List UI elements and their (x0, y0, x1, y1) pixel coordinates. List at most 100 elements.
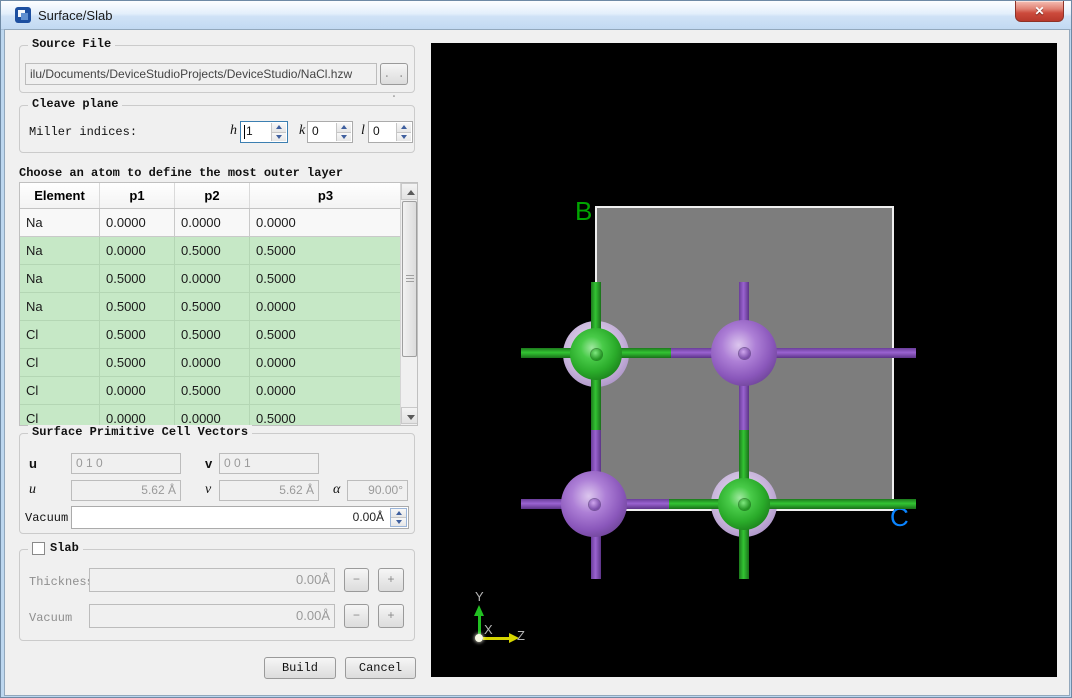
table-cell-p3[interactable]: 0.5000 (250, 265, 402, 293)
table-cell-p3[interactable]: 0.0000 (250, 209, 402, 237)
table-cell-p1[interactable]: 0.0000 (100, 237, 175, 265)
table-cell-element[interactable]: Na (20, 265, 100, 293)
spin-up-icon[interactable] (401, 125, 407, 129)
table-row[interactable]: Na0.50000.50000.0000 (20, 293, 417, 321)
table-scrollbar[interactable] (400, 183, 417, 425)
col-header-p2[interactable]: p2 (175, 183, 250, 208)
close-button[interactable]: ✕ (1015, 1, 1064, 22)
scroll-down-button[interactable] (401, 407, 418, 424)
thickness-minus-button[interactable]: − (344, 568, 369, 592)
table-cell-element[interactable]: Na (20, 209, 100, 237)
slab-group-title: Slab (28, 541, 83, 555)
atom-Cl[interactable] (570, 328, 622, 380)
table-row[interactable]: Na0.00000.00000.0000 (20, 209, 417, 237)
l-spinner[interactable]: 0 (368, 121, 413, 143)
table-row[interactable]: Na0.50000.00000.5000 (20, 265, 417, 293)
table-cell-p1[interactable]: 0.0000 (100, 377, 175, 405)
h-spin-buttons[interactable] (271, 123, 286, 141)
table-cell-p2[interactable]: 0.0000 (175, 349, 250, 377)
table-cell-p3[interactable]: 0.5000 (250, 405, 402, 426)
atom-Na[interactable] (711, 320, 777, 386)
table-row[interactable]: Na0.00000.50000.5000 (20, 237, 417, 265)
alpha-field: 90.00° (347, 480, 408, 501)
table-row[interactable]: Cl0.00000.00000.5000 (20, 405, 417, 426)
spin-down-icon[interactable] (396, 520, 402, 524)
vacuum-spin-buttons[interactable] (390, 508, 407, 527)
y-axis-label: Y (475, 589, 484, 604)
table-cell-p1[interactable]: 0.5000 (100, 265, 175, 293)
table-cell-p3[interactable]: 0.5000 (250, 237, 402, 265)
scroll-down-icon (407, 415, 415, 420)
table-cell-p2[interactable]: 0.0000 (175, 405, 250, 426)
slab-vacuum-plus-button[interactable]: + (378, 604, 404, 628)
z-axis-label: Z (517, 628, 525, 643)
table-cell-element[interactable]: Na (20, 293, 100, 321)
scroll-up-button[interactable] (401, 183, 418, 200)
table-row[interactable]: Cl0.50000.50000.5000 (20, 321, 417, 349)
col-header-p3[interactable]: p3 (250, 183, 402, 208)
table-cell-element[interactable]: Cl (20, 321, 100, 349)
spin-down-icon[interactable] (341, 135, 347, 139)
k-spin-buttons[interactable] (336, 123, 351, 141)
table-cell-element[interactable]: Cl (20, 349, 100, 377)
table-cell-p2[interactable]: 0.5000 (175, 321, 250, 349)
atom-Cl[interactable] (718, 478, 770, 530)
table-cell-element[interactable]: Na (20, 237, 100, 265)
build-button[interactable]: Build (264, 657, 336, 679)
dialog-title: Surface/Slab (38, 8, 112, 23)
table-cell-element[interactable]: Cl (20, 405, 100, 426)
spin-down-icon[interactable] (276, 135, 282, 139)
table-cell-p2[interactable]: 0.0000 (175, 209, 250, 237)
v-length-label: v (205, 482, 211, 498)
table-cell-p1[interactable]: 0.5000 (100, 293, 175, 321)
x-axis-label: X (484, 622, 493, 637)
col-header-p1[interactable]: p1 (100, 183, 175, 208)
spin-up-icon[interactable] (396, 511, 402, 515)
title-bar[interactable]: Surface/Slab ✕ (1, 1, 1072, 30)
table-cell-p1[interactable]: 0.0000 (100, 209, 175, 237)
table-cell-p2[interactable]: 0.5000 (175, 237, 250, 265)
table-cell-p2[interactable]: 0.5000 (175, 377, 250, 405)
table-cell-p3[interactable]: 0.0000 (250, 377, 402, 405)
thickness-label: Thickness (29, 575, 94, 589)
triad-origin-dot (475, 634, 483, 642)
vacuum-field[interactable]: 0.00Å (71, 506, 409, 529)
cancel-button[interactable]: Cancel (345, 657, 416, 679)
l-value: 0 (373, 124, 380, 138)
v-vector-label: v (205, 456, 212, 471)
h-label: h (230, 123, 237, 139)
table-cell-p3[interactable]: 0.0000 (250, 293, 402, 321)
k-spinner[interactable]: 0 (307, 121, 353, 143)
table-row[interactable]: Cl0.50000.00000.0000 (20, 349, 417, 377)
slab-vacuum-minus-button[interactable]: − (344, 604, 369, 628)
spin-up-icon[interactable] (276, 125, 282, 129)
table-cell-p2[interactable]: 0.0000 (175, 265, 250, 293)
table-cell-p2[interactable]: 0.5000 (175, 293, 250, 321)
table-cell-p1[interactable]: 0.5000 (100, 349, 175, 377)
table-cell-p1[interactable]: 0.0000 (100, 405, 175, 426)
atom-Na[interactable] (561, 471, 627, 537)
table-cell-element[interactable]: Cl (20, 377, 100, 405)
slab-checkbox[interactable] (32, 542, 45, 555)
spin-up-icon[interactable] (341, 125, 347, 129)
browse-button[interactable]: . . . (380, 63, 408, 85)
structure-viewport[interactable]: B C Y Z X (431, 43, 1057, 677)
v-vector-field: 0 0 1 (219, 453, 319, 474)
atom-table[interactable]: Element p1 p2 p3 Na0.00000.00000.0000Na0… (19, 182, 418, 426)
source-file-path-field[interactable]: ilu/Documents/DeviceStudioProjects/Devic… (25, 63, 377, 85)
table-row[interactable]: Cl0.00000.50000.0000 (20, 377, 417, 405)
table-cell-p1[interactable]: 0.5000 (100, 321, 175, 349)
atom-center-dot (739, 348, 750, 359)
thickness-plus-button[interactable]: + (378, 568, 404, 592)
scrollbar-thumb[interactable] (402, 201, 417, 357)
l-spin-buttons[interactable] (396, 123, 411, 141)
table-cell-p3[interactable]: 0.5000 (250, 321, 402, 349)
h-spinner[interactable]: 1 (240, 121, 288, 143)
atom-center-dot (589, 499, 600, 510)
col-header-element[interactable]: Element (20, 183, 100, 208)
spin-down-icon[interactable] (401, 135, 407, 139)
alpha-label: α (333, 482, 340, 498)
table-cell-p3[interactable]: 0.0000 (250, 349, 402, 377)
atom-table-header: Element p1 p2 p3 (20, 183, 417, 209)
atom-center-dot (739, 499, 750, 510)
